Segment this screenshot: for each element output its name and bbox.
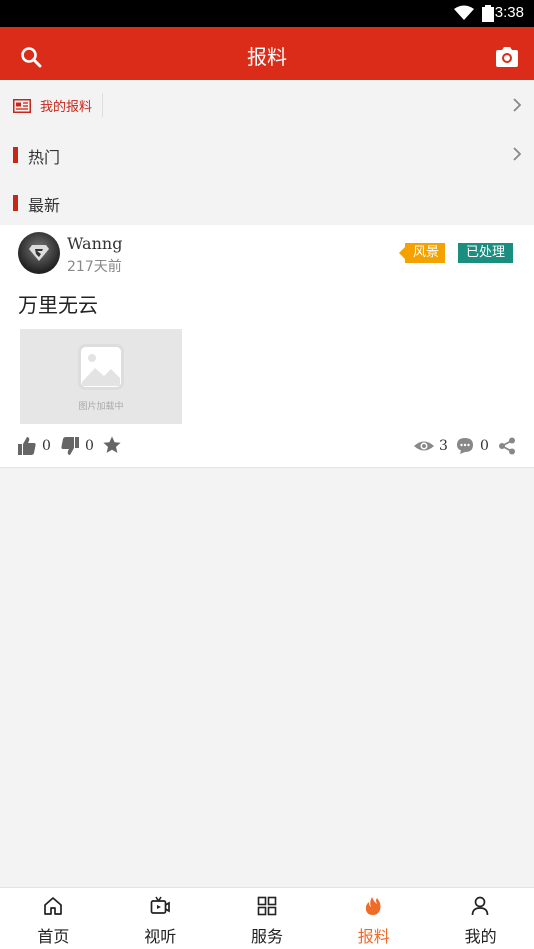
my-reports-row[interactable]: 我的报料 [0,81,534,129]
chevron-right-icon [513,147,522,161]
post-card[interactable]: Wanng 217天前 风景 已处理 万里无云 图片加载中 0 0 3 0 [0,225,534,468]
thumbs-down-icon[interactable] [61,437,79,455]
username[interactable]: Wanng [67,234,122,253]
latest-label: 最新 [28,196,61,215]
status-bar: 3:38 [0,0,534,27]
status-time: 3:38 [494,4,524,21]
page-title: 报料 [247,45,287,69]
tab-reports[interactable]: 报料 [320,888,427,949]
tab-label: 首页 [37,927,70,946]
comment-count: 0 [480,438,489,454]
share-icon[interactable] [498,437,516,455]
status-badge: 已处理 [458,243,514,263]
view-count: 3 [439,438,448,454]
section-marker [13,147,18,163]
battery-icon [482,5,494,22]
post-image[interactable]: 图片加载中 [20,329,182,424]
dislike-count: 0 [85,438,94,454]
tab-label: 报料 [357,927,390,946]
app-header: 报料 [0,27,534,80]
comment-icon[interactable] [456,437,474,455]
superman-logo-icon [29,245,49,261]
wifi-icon [454,5,474,20]
tab-label: 我的 [464,927,497,946]
like-count: 0 [42,438,51,454]
post-time: 217天前 [67,259,122,275]
hot-label: 热门 [28,148,61,167]
image-placeholder-icon [78,344,124,390]
eye-icon [414,441,434,451]
camera-icon[interactable] [496,47,518,67]
tab-home[interactable]: 首页 [0,888,107,949]
image-loading-caption: 图片加载中 [78,402,124,412]
flame-icon [366,897,381,915]
section-marker [13,195,18,211]
tv-icon [150,896,170,914]
tab-services[interactable]: 服务 [214,888,321,949]
grid-icon [257,896,276,916]
my-reports-label: 我的报料 [40,100,93,115]
tab-label: 视听 [144,927,177,946]
hot-section-row[interactable]: 热门 [0,130,534,178]
thumbs-up-icon[interactable] [18,437,36,455]
latest-section-header: 最新 [0,178,534,226]
tab-mine[interactable]: 我的 [427,888,534,949]
divider [102,93,103,117]
home-icon [44,897,62,915]
chevron-right-icon [513,98,522,112]
tab-label: 服务 [250,927,283,946]
avatar[interactable] [18,232,60,274]
user-icon [471,896,489,916]
star-icon[interactable] [103,436,121,454]
newspaper-icon [13,99,31,113]
bottom-tab-bar: 首页 视听 服务 报料 我的 [0,887,534,949]
post-title[interactable]: 万里无云 [18,289,98,318]
category-tag: 风景 [398,243,446,263]
tab-av[interactable]: 视听 [107,888,214,949]
